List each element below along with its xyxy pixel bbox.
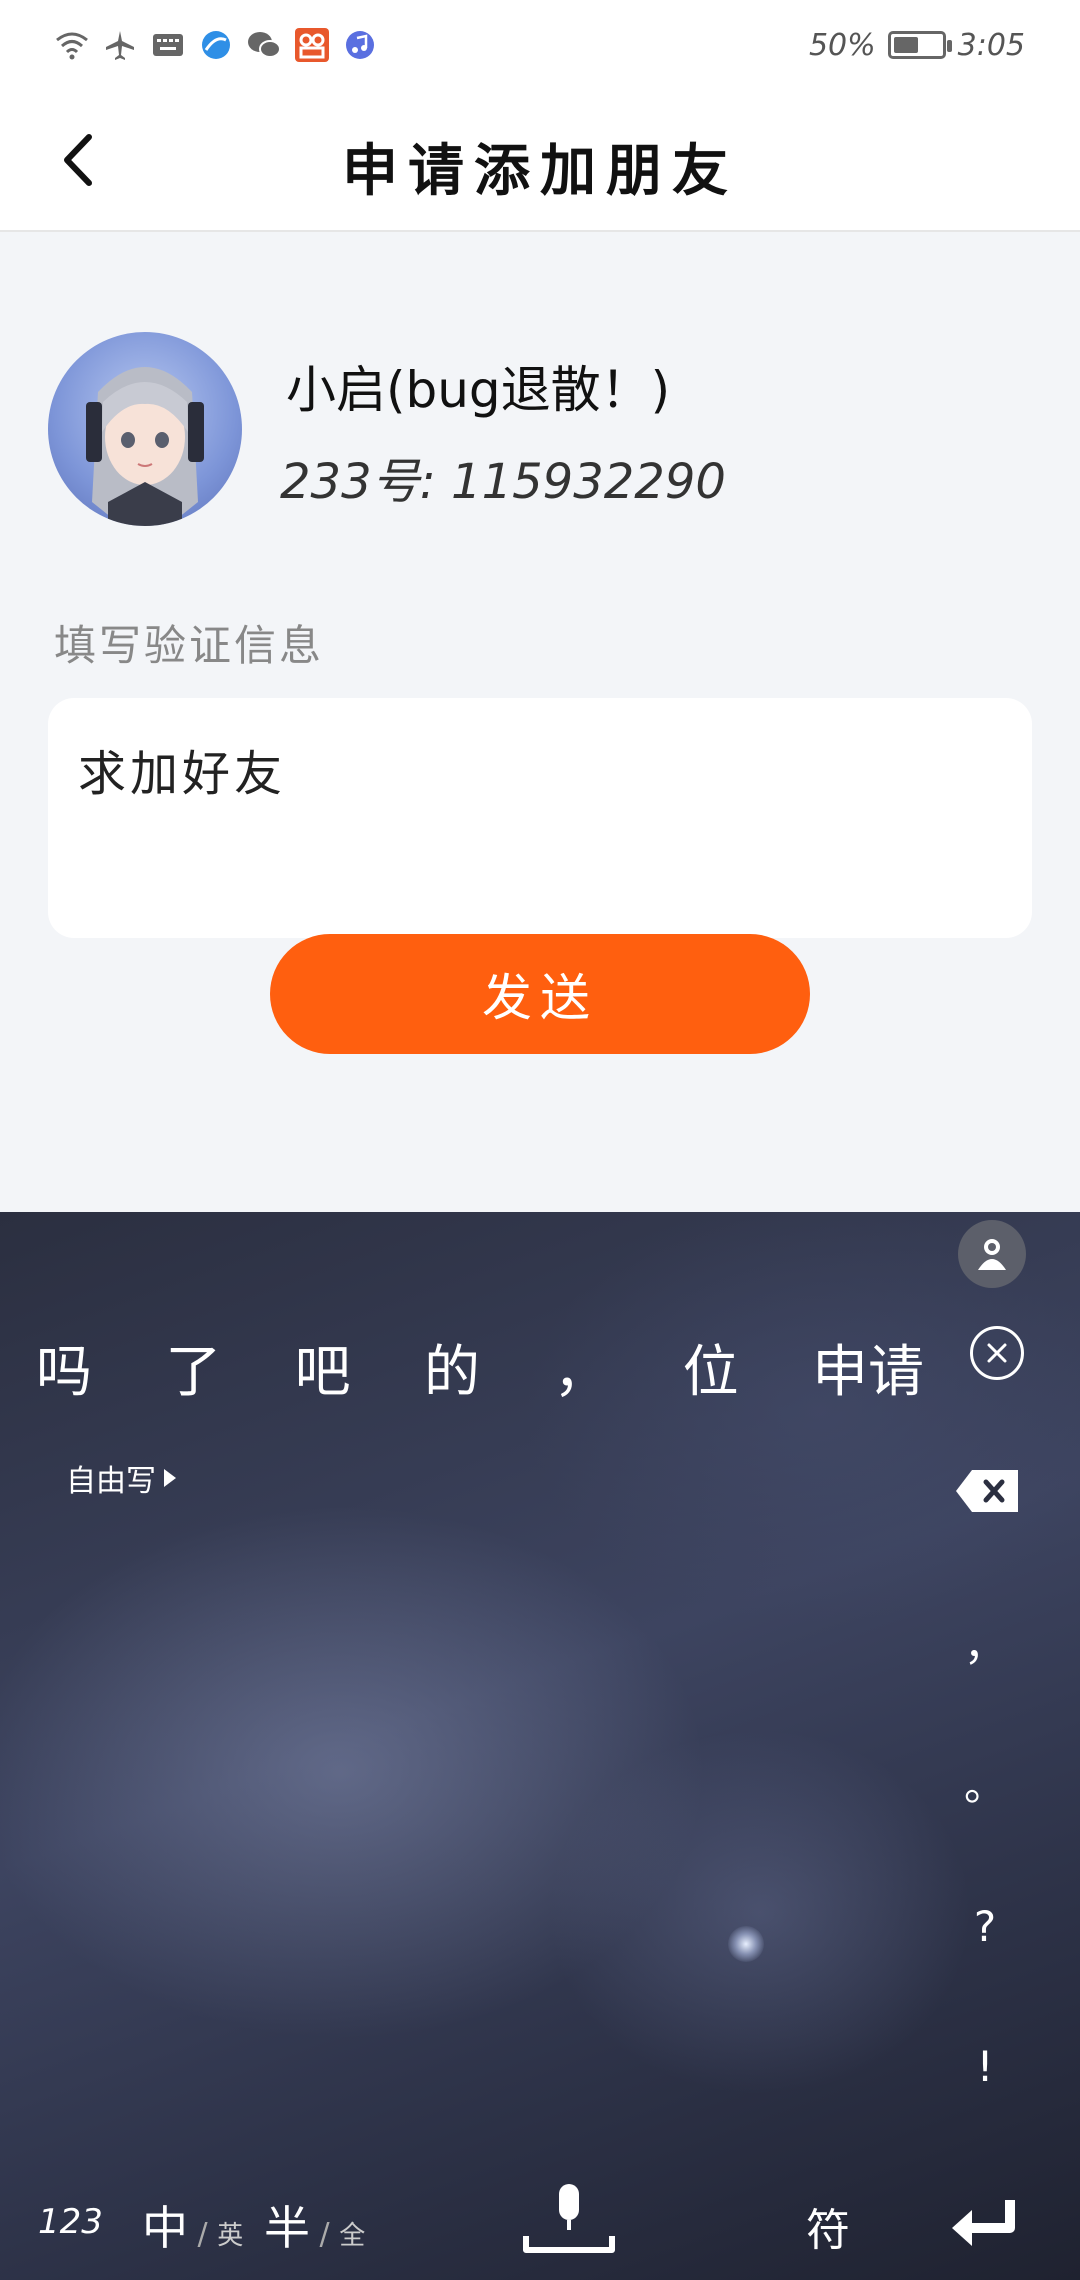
wifi-icon [55, 28, 89, 62]
verify-label: 填写验证信息 [54, 621, 325, 670]
battery-icon [887, 31, 952, 59]
background-star [728, 1926, 764, 1962]
page-title: 申请添加朋友 [342, 139, 738, 204]
candidate-word[interactable]: 位 [677, 1327, 745, 1408]
voice-input-key[interactable] [522, 2180, 616, 2260]
punct-key-exclaim[interactable]: ! [950, 2042, 1020, 2091]
backspace-key[interactable] [954, 1468, 1020, 1514]
zh-en-switch-key[interactable]: 中 / 英 [142, 2192, 243, 2258]
close-icon [987, 1343, 1007, 1363]
zh-label: 中 [142, 2201, 188, 2255]
freewrite-label: 自由写 [66, 1464, 156, 1499]
clock: 3:05 [957, 27, 1025, 63]
keyboard-bottom-row: 123 中 / 英 半 / 全 符 [0, 2172, 1080, 2272]
candidate-word[interactable]: 吗 [30, 1327, 98, 1408]
battery-percent: 50% [808, 27, 876, 63]
candidate-word[interactable]: ， [547, 1327, 615, 1408]
music-icon [343, 28, 377, 62]
verify-message-input[interactable]: 求加好友 [48, 698, 1032, 938]
punct-key-question[interactable]: ? [950, 1902, 1020, 1951]
keyboard-profile-button[interactable] [958, 1220, 1026, 1288]
wechat-icon [247, 28, 281, 62]
person-icon [978, 1239, 1006, 1270]
candidate-word[interactable]: 了 [159, 1327, 227, 1408]
candidate-word[interactable]: 的 [418, 1327, 486, 1408]
punct-key-comma[interactable]: ， [950, 1612, 1020, 1673]
status-icons [55, 28, 377, 62]
candidate-bar: 吗 了 吧 的 ， 位 申请 [30, 1312, 930, 1422]
friend-nickname: 小启(bug退散！) [286, 361, 671, 419]
backspace-icon [956, 1470, 1018, 1512]
status-bar: 50% 3:05 [0, 0, 1080, 90]
app-icon [295, 28, 329, 62]
airplane-icon [103, 28, 137, 62]
candidate-word[interactable]: 申请 [806, 1327, 930, 1408]
candidate-word[interactable]: 吧 [289, 1327, 357, 1408]
enter-key[interactable] [950, 2196, 1020, 2252]
half-label: 半 [264, 2201, 310, 2255]
keyboard-icon [151, 28, 185, 62]
freewrite-toggle[interactable]: 自由写 [66, 1456, 178, 1500]
symbol-key[interactable]: 符 [806, 2194, 850, 2258]
microphone-icon [523, 2184, 615, 2253]
ime-keyboard: 吗 了 吧 的 ， 位 申请 自由写 ， 。 ? ! 123 中 / 英 半 /… [0, 1212, 1080, 2280]
friend-uid: 233号: 115932290 [280, 454, 726, 510]
play-triangle-icon [164, 1469, 176, 1487]
browser-icon [199, 28, 233, 62]
half-full-width-key[interactable]: 半 / 全 [264, 2192, 365, 2258]
enter-icon [952, 2200, 1015, 2246]
punct-key-period[interactable]: 。 [950, 1752, 1020, 1813]
en-label: 英 [217, 2221, 244, 2251]
send-button[interactable]: 发送 [270, 934, 810, 1054]
avatar [48, 332, 242, 526]
status-right: 50% 3:05 [809, 28, 1025, 63]
full-label: 全 [339, 2221, 366, 2251]
close-candidates-button[interactable] [970, 1326, 1024, 1380]
friend-profile: 小启(bug退散！) 233号: 115932290 [48, 332, 1032, 532]
navigation-bar: 申请添加朋友 [0, 90, 1080, 232]
numbers-key[interactable]: 123 [38, 2202, 103, 2242]
